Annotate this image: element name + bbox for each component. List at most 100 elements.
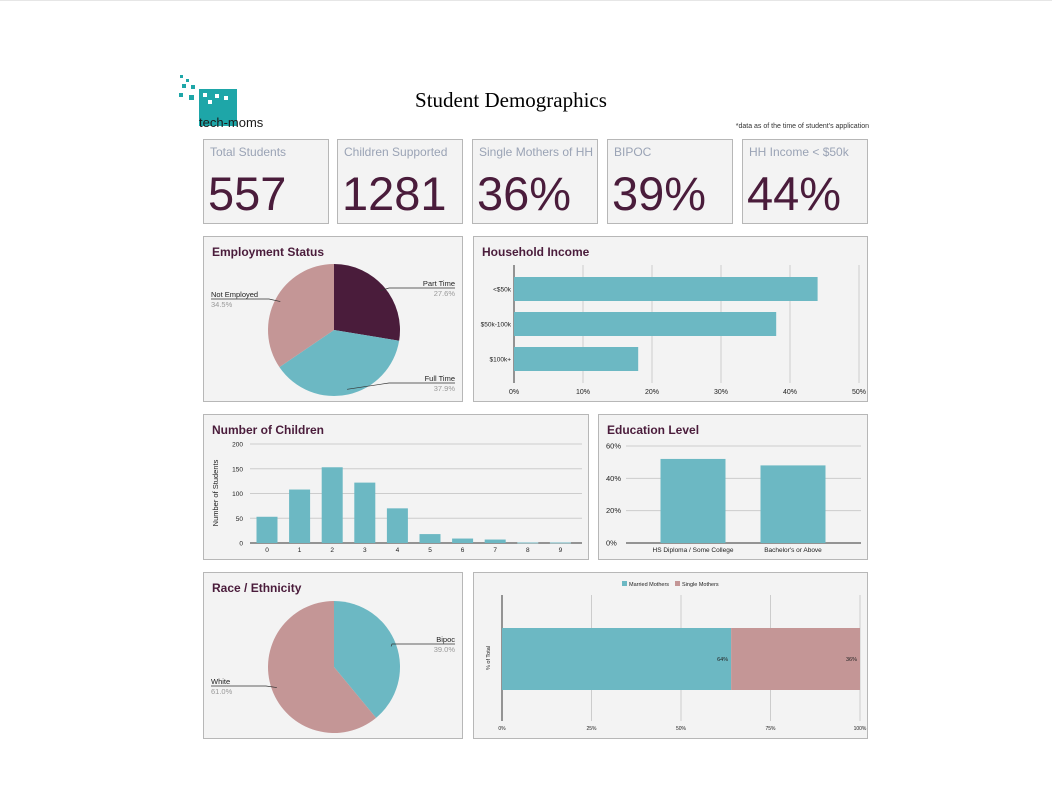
data-label: 36%: [846, 657, 857, 663]
bar-education-1: [760, 465, 826, 543]
kpi-label: HH Income < $50k: [749, 145, 849, 159]
y-tick-label: 50: [236, 516, 244, 523]
children-bar-chart: 0 50 100 150 200 0 1 2 3 4 5 6 7 8 9 Number of Students: [211, 442, 582, 554]
top-divider: [0, 0, 1052, 1]
bar-education-0: [660, 458, 726, 543]
kpi-value: 44%: [747, 167, 842, 220]
kpi-children-supported: Children Supported 1281: [337, 139, 463, 224]
legend-swatch: [622, 581, 627, 586]
x-tick-label: 0%: [509, 389, 519, 396]
bar-3: [354, 482, 376, 543]
x-tick-label: 8: [526, 547, 530, 554]
bar-7: [484, 539, 506, 543]
bar-$50k-100k: [514, 312, 777, 336]
slice-label: Full Time: [425, 374, 455, 383]
y-tick-label: 0%: [606, 539, 617, 548]
income-bar-chart: 0% 10% 20% 30% 40% 50% <$50k $50k-100k $100k+: [481, 265, 866, 396]
x-tick-label: 4: [396, 547, 400, 554]
bar-8: [517, 542, 539, 544]
x-tick-label: 100%: [854, 726, 867, 732]
kpi-label: BIPOC: [614, 145, 652, 159]
y-tick-label: 150: [232, 466, 243, 473]
bar-married-mothers: [502, 628, 732, 690]
slice-pct: 61.0%: [211, 687, 233, 696]
y-axis-label: % of Total: [486, 646, 492, 670]
kpi-label: Total Students: [210, 145, 287, 159]
x-tick-label: 1: [298, 547, 302, 554]
marital-status-panel: 0% 25% 50% 75% 100% 64% 36% % of Total Married M…: [473, 572, 868, 739]
slice-label: White: [211, 677, 230, 686]
category-label: $50k-100k: [481, 322, 512, 329]
x-tick-label: 5: [428, 547, 432, 554]
page-title: Student Demographics: [415, 88, 607, 112]
legend-swatch: [675, 581, 680, 586]
bar-$100k+: [514, 347, 639, 371]
x-tick-label: 75%: [765, 726, 776, 732]
pie-slice-part-time: [334, 264, 400, 341]
bar-9: [549, 542, 571, 544]
education-level-panel: Education Level 0% 20% 40% 60% HS Diploma / …: [598, 414, 868, 560]
slice-pct: 27.6%: [434, 289, 456, 298]
slice-pct: 34.5%: [211, 300, 233, 309]
kpi-value: 36%: [477, 167, 572, 220]
kpi-label: Children Supported: [344, 145, 448, 159]
x-tick-label: 30%: [714, 389, 728, 396]
x-tick-label: 20%: [645, 389, 659, 396]
bar-1: [289, 489, 311, 543]
category-label: $100k+: [489, 357, 511, 364]
x-tick-label: 50%: [852, 389, 866, 396]
household-income-panel: Household Income 0% 10% 20% 30% 40% 50% <$50k $…: [473, 236, 868, 402]
y-tick-label: 100: [232, 491, 243, 498]
data-label: 64%: [717, 657, 728, 663]
category-label: <$50k: [493, 287, 512, 294]
x-tick-label: 0%: [498, 726, 506, 732]
slice-pct: 37.9%: [434, 384, 456, 393]
x-tick-label: 6: [461, 547, 465, 554]
slice-label: Part Time: [423, 279, 455, 288]
bar-2: [321, 467, 343, 543]
x-tick-label: 25%: [586, 726, 597, 732]
logo-text: tech-moms: [199, 115, 264, 130]
employment-pie-chart: Part Time27.6% Full Time37.9% Not Employed…: [211, 264, 456, 396]
x-tick-label: HS Diploma / Some College: [653, 547, 734, 554]
legend-label: Married Mothers: [629, 582, 669, 588]
kpi-bipoc: BIPOC 39%: [607, 139, 733, 224]
bar-single-mothers: [731, 628, 860, 690]
x-tick-label: Bachelor's or Above: [764, 547, 822, 554]
kpi-value: 557: [208, 167, 287, 220]
employment-status-panel: Employment Status Part Time 27.6% Full Tim…: [203, 236, 463, 402]
kpi-label: Single Mothers of HH: [479, 145, 594, 159]
slice-label: Bipoc: [436, 635, 455, 644]
x-tick-label: 9: [559, 547, 563, 554]
x-tick-label: 0: [265, 547, 269, 554]
x-tick-label: 10%: [576, 389, 590, 396]
kpi-hh-income: HH Income < $50k 44%: [742, 139, 868, 224]
x-tick-label: 7: [493, 547, 497, 554]
kpi-value: 39%: [612, 167, 707, 220]
bar-4: [386, 508, 408, 543]
kpi-total-students: Total Students 557: [203, 139, 329, 224]
x-tick-label: 2: [330, 547, 334, 554]
x-tick-label: 3: [363, 547, 367, 554]
marital-stacked-bar-chart: 0% 25% 50% 75% 100% 64% 36% % of Total Married M…: [486, 581, 867, 732]
y-tick-label: 20%: [606, 506, 621, 515]
bar-6: [452, 538, 474, 543]
legend-label: Single Mothers: [682, 582, 719, 588]
number-of-children-panel: Number of Children 0 50 100 150 200 0 1 2 3 4 5 6 7 8…: [203, 414, 589, 560]
slice-label: Not Employed: [211, 290, 258, 299]
y-tick-label: 0: [239, 541, 243, 548]
bar-5: [419, 534, 441, 543]
education-bar-chart: 0% 20% 40% 60% HS Diploma / Some College Bach…: [606, 442, 861, 554]
y-tick-label: 60%: [606, 442, 621, 451]
kpi-single-mothers: Single Mothers of HH 36%: [472, 139, 598, 224]
kpi-value: 1281: [342, 167, 447, 220]
x-tick-label: 40%: [783, 389, 797, 396]
race-pie-chart: Bipoc39.0% White61.0%: [211, 601, 456, 733]
slice-pct: 39.0%: [434, 645, 456, 654]
y-axis-label: Number of Students: [211, 459, 220, 526]
bar-0: [256, 516, 278, 543]
race-ethnicity-panel: Race / Ethnicity Bipoc 39.0% White 61.0%: [203, 572, 463, 739]
bar-<$50k: [514, 277, 818, 301]
y-tick-label: 200: [232, 442, 243, 449]
data-note: *data as of the time of student's applic…: [735, 123, 869, 130]
